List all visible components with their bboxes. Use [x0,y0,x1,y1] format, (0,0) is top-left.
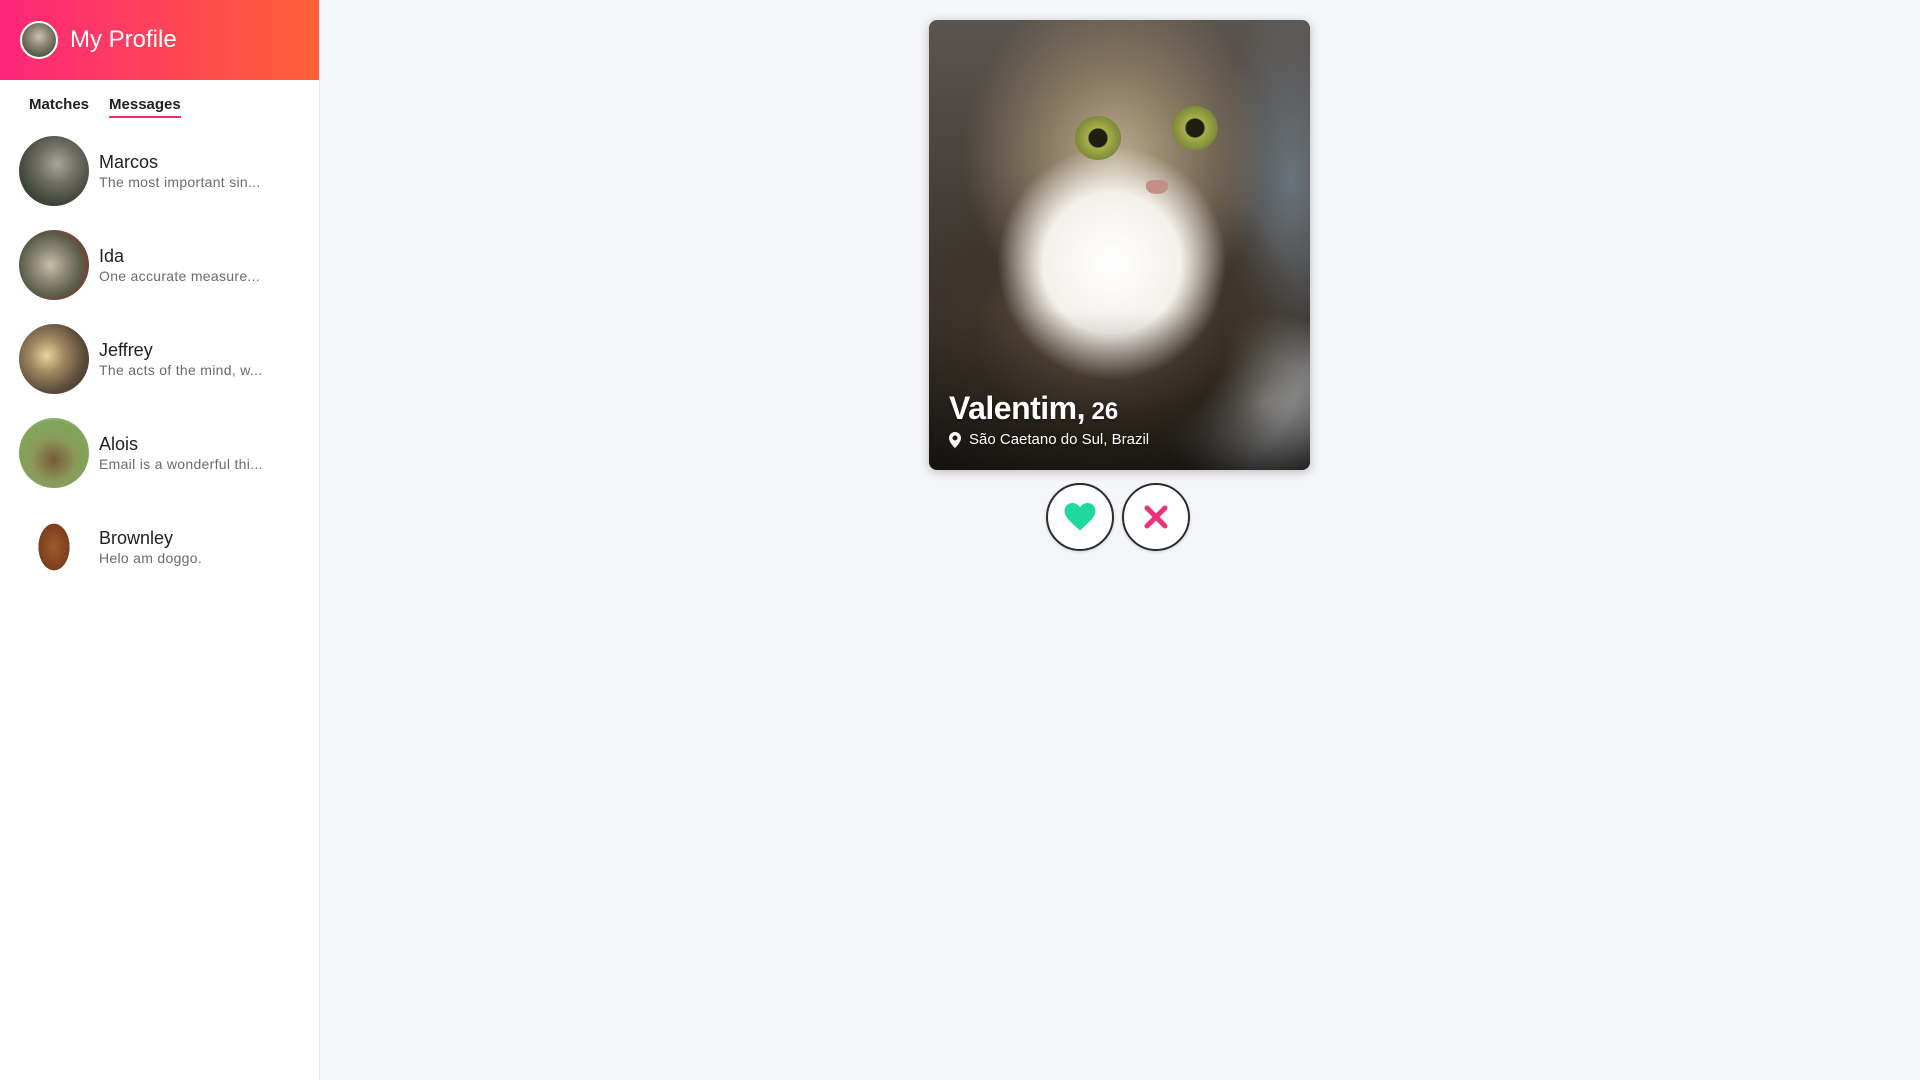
card-age: 26 [1091,398,1119,425]
message-item-alois[interactable]: Alois Email is a wonderful thi... [0,406,319,500]
avatar [19,136,89,206]
card-name-separator: , [1076,390,1086,426]
message-preview: Helo am doggo. [99,550,203,566]
avatar [19,512,89,582]
card-info: Valentim, 26 São Caetano do Sul, Brazil [949,390,1149,448]
avatar [19,230,89,300]
message-list: Marcos The most important sin... Ida One… [0,124,319,594]
message-preview: Email is a wonderful thi... [99,456,263,472]
sidebar-tabs: Matches Messages [0,80,319,118]
profile-title[interactable]: My Profile [70,26,177,54]
message-preview: The most important sin... [99,174,261,190]
card-name: Valentim [949,390,1077,426]
sidebar: My Profile Matches Messages Marcos The m… [0,0,320,1080]
message-name: Alois [99,434,139,454]
message-name: Ida [99,246,125,266]
message-preview: The acts of the mind, w... [99,362,263,378]
message-item-brownley[interactable]: Brownley Helo am doggo. [0,500,319,594]
swipe-actions [1046,483,1190,551]
app-root: My Profile Matches Messages Marcos The m… [0,0,1920,1080]
like-button[interactable] [1046,483,1114,551]
main-content: Valentim, 26 São Caetano do Sul, Brazil [320,0,1920,1080]
heart-icon [1064,503,1096,531]
message-preview: One accurate measure... [99,268,260,284]
avatar [19,418,89,488]
tab-messages[interactable]: Messages [109,96,181,118]
message-name: Marcos [99,152,159,172]
profile-avatar[interactable] [20,21,58,59]
my-profile-header[interactable]: My Profile [0,0,319,80]
close-icon [1144,505,1168,529]
profile-card[interactable]: Valentim, 26 São Caetano do Sul, Brazil [929,20,1310,470]
message-item-marcos[interactable]: Marcos The most important sin... [0,124,319,218]
message-name: Jeffrey [99,340,153,360]
message-item-ida[interactable]: Ida One accurate measure... [0,218,319,312]
map-pin-icon [949,431,961,448]
card-location-text: São Caetano do Sul, Brazil [969,431,1150,448]
message-name: Brownley [99,528,174,548]
card-location: São Caetano do Sul, Brazil [949,431,1149,448]
tab-matches[interactable]: Matches [29,96,89,118]
dislike-button[interactable] [1122,483,1190,551]
avatar [19,324,89,394]
message-item-jeffrey[interactable]: Jeffrey The acts of the mind, w... [0,312,319,406]
